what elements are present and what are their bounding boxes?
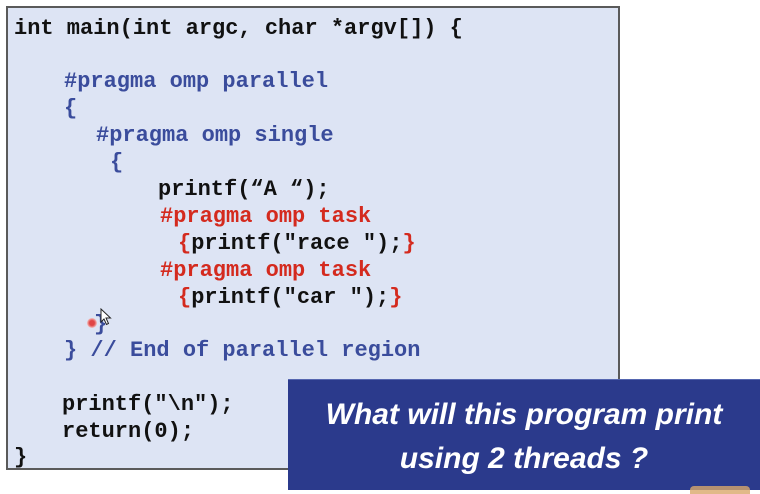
code-line-parallel-open-brace: { <box>64 96 78 121</box>
code-line-main-close-brace: } <box>14 445 28 470</box>
code-line-printf-a: printf(“A “); <box>158 177 330 202</box>
code-line-single-open-brace: { <box>110 150 124 175</box>
code-line-pragma-task-2: #pragma omp task <box>160 258 372 283</box>
question-callout: What will this program print using 2 thr… <box>288 379 760 490</box>
callout-question-line-2: using 2 threads ? <box>399 442 649 475</box>
callout-question-line-1: What will this program print <box>325 398 723 431</box>
code-line-printf-newline: printf("\n"); <box>62 392 234 417</box>
code-line-return: return(0); <box>62 419 195 444</box>
mouse-pointer-icon <box>100 308 112 326</box>
corner-decoration <box>690 486 750 494</box>
code-line-pragma-task-1: #pragma omp task <box>160 204 372 229</box>
code-line-task-car: {printf("car ");} <box>178 285 403 310</box>
code-line-main-signature: int main(int argc, char *argv[]) { <box>14 16 463 41</box>
click-indicator-icon <box>87 318 97 328</box>
code-line-task-race: {printf("race ");} <box>178 231 416 256</box>
code-line-parallel-close-comment: } // End of parallel region <box>64 338 421 363</box>
code-line-pragma-parallel: #pragma omp parallel <box>64 69 329 94</box>
code-line-pragma-single: #pragma omp single <box>96 123 334 148</box>
